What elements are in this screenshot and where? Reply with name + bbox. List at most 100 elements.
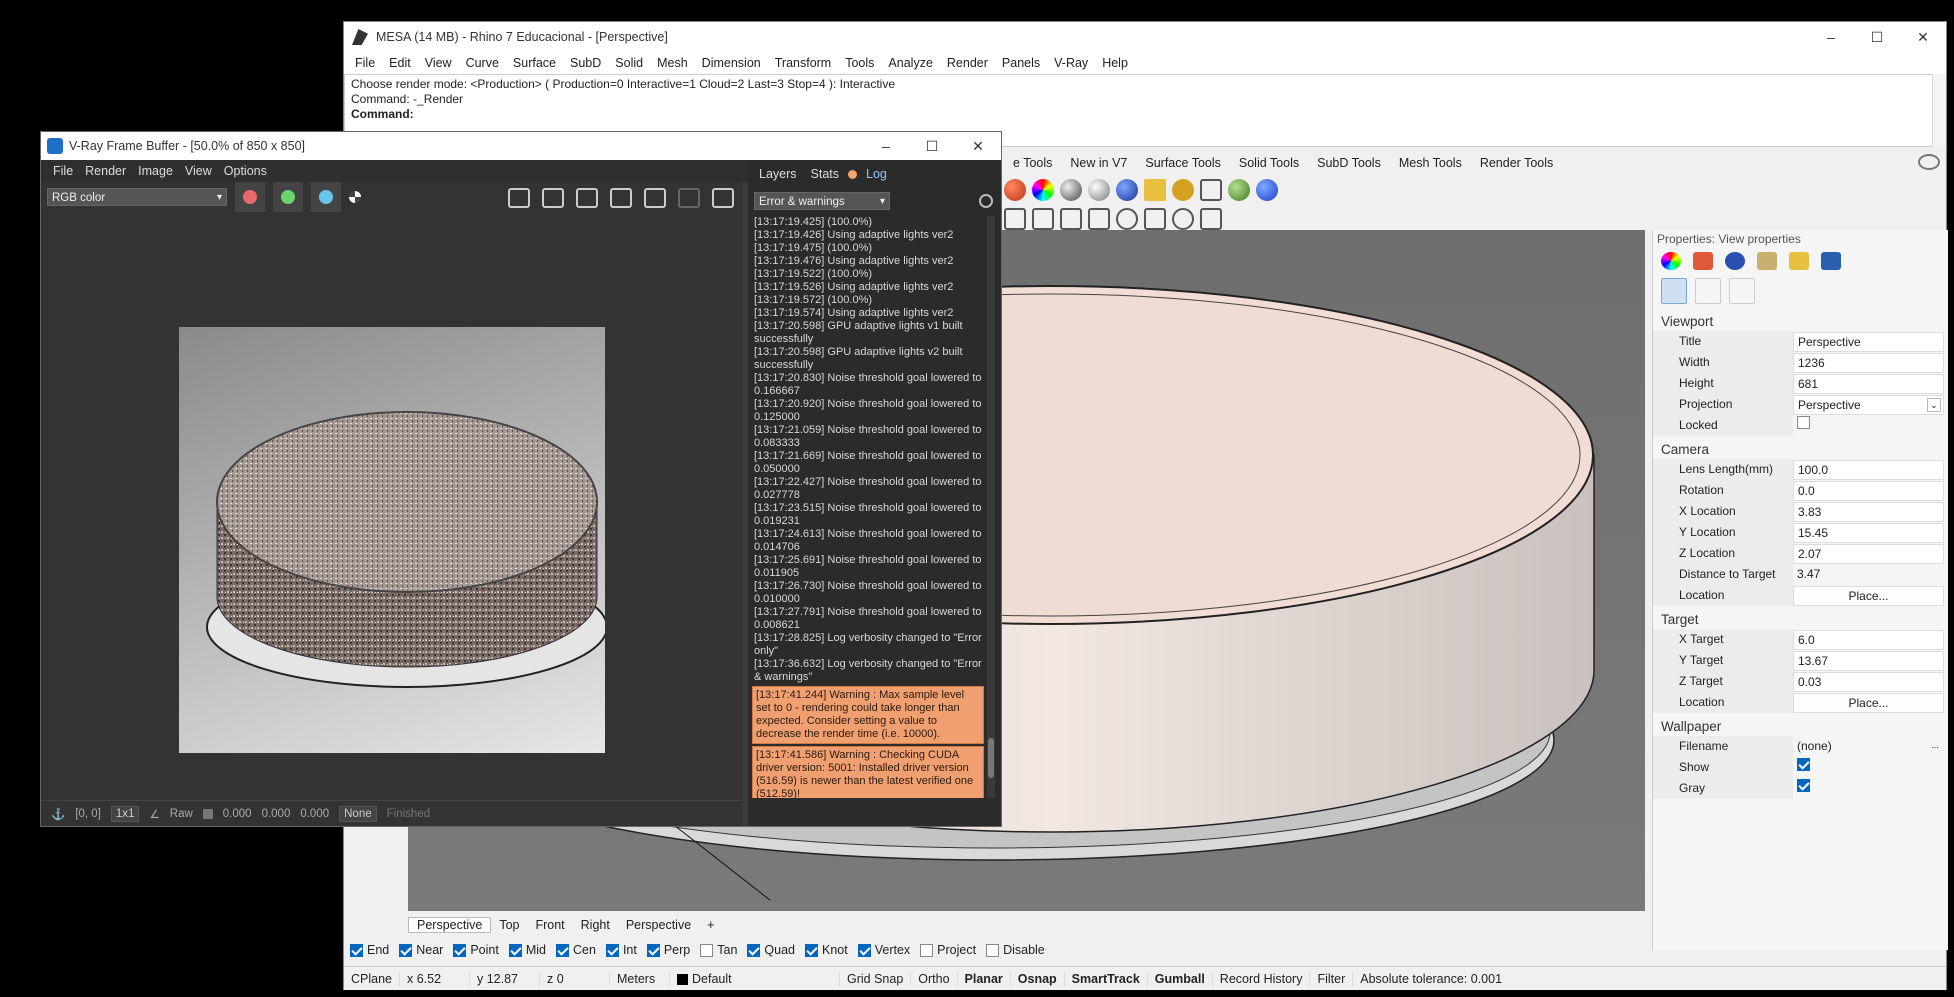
red-channel-button[interactable] [235,182,265,212]
tab-new-in-v7[interactable]: New in V7 [1061,156,1136,170]
vfb-maximize-icon[interactable]: ☐ [909,132,955,160]
save-image-icon[interactable] [508,188,530,208]
tab-perspective-2[interactable]: Perspective [618,918,699,932]
vfb-menu-file[interactable]: File [47,164,79,178]
tool-icon-6[interactable] [1144,208,1166,230]
menu-file[interactable]: File [348,56,382,70]
environment-sphere-icon[interactable] [1116,179,1138,201]
y-target-field[interactable]: 13.67 [1793,650,1944,671]
tool-icon-7[interactable] [1172,208,1194,230]
projection-select[interactable]: Perspective ⌄ [1793,394,1944,415]
menu-vray[interactable]: V-Ray [1047,56,1095,70]
menu-analyze[interactable]: Analyze [881,56,939,70]
tab-right[interactable]: Right [573,918,618,932]
status-planar[interactable]: Planar [958,971,1011,986]
layers-panel-icon[interactable] [1693,252,1713,270]
gray-checkbox[interactable] [1797,778,1810,792]
tab-log[interactable]: Log [861,163,892,185]
stop-render-icon[interactable] [678,188,700,208]
osnap-checkbox[interactable] [350,943,363,957]
display-panel-icon[interactable] [1725,252,1745,270]
tool-icon-5[interactable] [1116,208,1138,230]
tab-perspective[interactable]: Perspective [408,917,492,933]
show-checkbox[interactable] [1797,757,1810,771]
menu-view[interactable]: View [418,56,459,70]
status-ortho[interactable]: Ortho [911,971,958,986]
display-mode-select[interactable]: None [339,805,377,822]
log-filter-select[interactable]: Error & warnings [754,192,890,211]
status-record-history[interactable]: Record History [1213,971,1311,986]
color-picker-icon[interactable]: ∠ [149,807,159,821]
menu-help[interactable]: Help [1095,56,1135,70]
named-views-icon[interactable] [1821,252,1841,270]
z-location-field[interactable]: 2.07 [1793,543,1944,564]
menu-render[interactable]: Render [940,56,995,70]
vfb-menu-options[interactable]: Options [218,164,273,178]
osnap-checkbox[interactable] [986,943,1000,957]
wallpaper-icon[interactable] [1729,278,1755,304]
tool-icon-4[interactable] [1088,208,1110,230]
object-properties-icon[interactable] [1661,252,1681,270]
decal-icon[interactable] [1200,179,1222,201]
add-viewport-tab-icon[interactable]: + [699,918,722,932]
chrome-sphere-icon[interactable] [1088,179,1110,201]
target-place-button[interactable]: Place... [1793,692,1944,713]
menu-transform[interactable]: Transform [768,56,839,70]
tab-mesh-tools[interactable]: Mesh Tools [1390,156,1471,170]
status-osnap[interactable]: Osnap [1011,971,1065,986]
status-smarttrack[interactable]: SmartTrack [1065,971,1148,986]
rendered-image[interactable] [179,327,605,753]
close-icon[interactable]: ✕ [1900,22,1946,52]
teapot-render-icon[interactable] [712,188,734,208]
status-cplane[interactable]: CPlane [344,971,400,986]
osnap-checkbox[interactable] [700,943,714,957]
tab-stats[interactable]: Stats [806,163,845,185]
material-sphere-icon[interactable] [1060,179,1082,201]
osnap-tan[interactable]: Tan [700,943,737,957]
osnap-checkbox[interactable] [920,943,934,957]
x-location-field[interactable]: 3.83 [1793,501,1944,522]
osnap-project[interactable]: Project [920,943,976,957]
vfb-menu-view[interactable]: View [179,164,218,178]
browse-button[interactable]: ... [1928,739,1942,753]
osnap-checkbox[interactable] [805,943,818,957]
tab-top[interactable]: Top [491,918,527,932]
tab-subd-tools[interactable]: SubD Tools [1308,156,1390,170]
z-target-field[interactable]: 0.03 [1793,671,1944,692]
sun-icon[interactable] [1695,278,1721,304]
tool-icon-1[interactable] [1004,208,1026,230]
osnap-checkbox[interactable] [605,943,619,957]
light-icon[interactable] [1144,179,1166,201]
osnap-vertex[interactable]: Vertex [857,943,910,957]
osnap-perp[interactable]: Perp [646,943,690,957]
channel-select[interactable]: RGB color [47,188,227,207]
osnap-checkbox[interactable] [508,943,522,957]
osnap-quad[interactable]: Quad [747,943,795,957]
osnap-int[interactable]: Int [605,943,637,957]
green-channel-button[interactable] [273,182,303,212]
pin-icon[interactable]: ⚓ [51,807,65,821]
tab-render-tools[interactable]: Render Tools [1471,156,1562,170]
clear-image-icon[interactable] [542,188,564,208]
render-panel-icon[interactable] [1757,252,1777,270]
status-gumball[interactable]: Gumball [1148,971,1213,986]
x-target-field[interactable]: 6.0 [1793,629,1944,650]
maximize-icon[interactable]: ☐ [1854,22,1900,52]
toolbar-settings-gear-icon[interactable] [1918,154,1940,170]
osnap-disable[interactable]: Disable [986,943,1045,957]
menu-surface[interactable]: Surface [506,56,563,70]
camera-place-button[interactable]: Place... [1793,585,1944,606]
minimize-icon[interactable]: – [1808,22,1854,52]
status-filter[interactable]: Filter [1310,971,1354,986]
osnap-checkbox[interactable] [453,943,467,957]
osnap-near[interactable]: Near [399,943,443,957]
track-mouse-icon[interactable] [610,188,632,208]
menu-curve[interactable]: Curve [459,56,506,70]
lens-length-field[interactable]: 100.0 [1793,459,1944,480]
start-render-icon[interactable] [644,188,666,208]
osnap-end[interactable]: End [350,943,389,957]
osnap-checkbox[interactable] [556,943,569,957]
viewport-title-field[interactable]: Perspective [1793,331,1944,352]
osnap-cen[interactable]: Cen [556,943,596,957]
command-prompt[interactable]: Command: [351,107,1927,122]
